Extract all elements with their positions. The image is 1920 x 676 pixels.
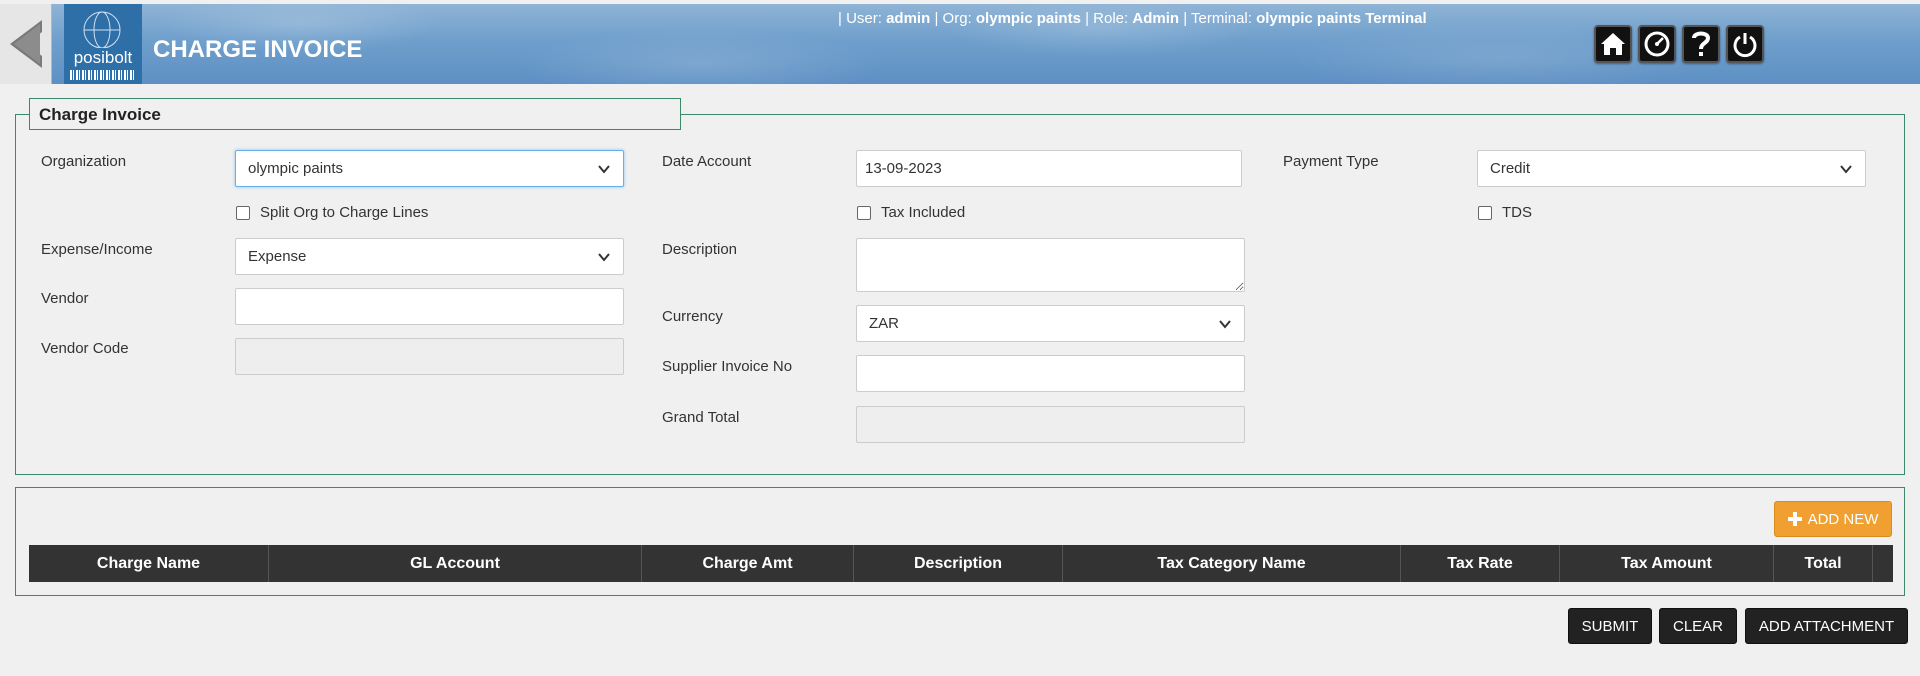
currency-value: ZAR	[869, 315, 899, 332]
vendor-code-label: Vendor Code	[41, 340, 129, 357]
column-header[interactable]: Tax Amount	[1560, 545, 1774, 582]
back-arrow-icon	[9, 20, 42, 68]
barcode-graphic	[70, 70, 136, 80]
column-header[interactable]: GL Account	[269, 545, 642, 582]
checkbox-box[interactable]	[857, 205, 871, 220]
page-title: CHARGE INVOICE	[153, 36, 363, 63]
clear-button[interactable]: CLEAR	[1659, 608, 1737, 644]
column-header[interactable]: Total	[1774, 545, 1873, 582]
description-label: Description	[662, 241, 738, 258]
date-account-value: 13-09-2023	[865, 160, 942, 177]
posibolt-logo: posibolt	[64, 4, 142, 84]
chevron-down-icon	[598, 164, 610, 174]
grand-total-label: Grand Total	[662, 409, 740, 426]
column-header[interactable]: Tax Rate	[1401, 545, 1560, 582]
chevron-down-icon	[1840, 164, 1852, 174]
column-header[interactable]: Charge Name	[29, 545, 269, 582]
split-org-label: Split Org to Charge Lines	[260, 204, 429, 221]
payment-type-value: Credit	[1490, 160, 1531, 177]
organization-label: Organization	[41, 153, 127, 170]
checkbox-box[interactable]	[1478, 205, 1492, 220]
charge-lines-table-header: Charge Name GL Account Charge Amt Descri…	[29, 545, 1893, 582]
supplier-invoice-input[interactable]	[856, 355, 1245, 392]
terminal-name: olympic paints Terminal	[1256, 10, 1427, 27]
column-header[interactable]: Tax Category Name	[1063, 545, 1401, 582]
tds-checkbox[interactable]: TDS	[1478, 204, 1532, 221]
plus-icon	[1787, 512, 1802, 526]
back-button[interactable]	[0, 4, 52, 84]
help-icon	[1692, 31, 1711, 56]
role-name: Admin	[1132, 10, 1180, 27]
app-header: posibolt CHARGE INVOICE | User: admin | …	[0, 4, 1920, 84]
add-attachment-button[interactable]: ADD ATTACHMENT	[1745, 608, 1908, 644]
header-toolbar	[1594, 25, 1764, 63]
power-icon	[1733, 33, 1757, 58]
org-name: olympic paints	[975, 10, 1081, 27]
checkbox-box[interactable]	[236, 205, 250, 220]
payment-type-label: Payment Type	[1283, 153, 1379, 170]
currency-label: Currency	[662, 308, 723, 325]
globe-icon	[83, 11, 121, 48]
description-textarea[interactable]	[856, 238, 1245, 292]
organization-value: olympic paints	[248, 160, 344, 177]
tax-included-label: Tax Included	[881, 204, 966, 221]
chevron-down-icon	[1219, 319, 1231, 329]
dashboard-button[interactable]	[1638, 25, 1676, 63]
dashboard-icon	[1644, 31, 1670, 57]
help-button[interactable]	[1682, 25, 1720, 63]
logo-text: posibolt	[73, 48, 133, 67]
submit-button[interactable]: SUBMIT	[1568, 608, 1652, 644]
grand-total-input	[856, 406, 1245, 443]
column-header-spacer	[1873, 545, 1893, 582]
split-org-checkbox[interactable]: Split Org to Charge Lines	[236, 204, 428, 221]
add-new-label: ADD NEW	[1807, 510, 1879, 528]
add-new-button[interactable]: ADD NEW	[1774, 501, 1892, 537]
user-info: | User: admin | Org: olympic paints | Ro…	[838, 10, 1427, 27]
home-icon	[1601, 33, 1625, 55]
column-header[interactable]: Charge Amt	[642, 545, 854, 582]
date-account-input[interactable]: 13-09-2023	[856, 150, 1242, 187]
supplier-invoice-label: Supplier Invoice No	[662, 358, 793, 375]
expense-income-label: Expense/Income	[41, 241, 153, 258]
expense-income-value: Expense	[248, 248, 307, 265]
chevron-down-icon	[598, 252, 610, 262]
column-header[interactable]: Description	[854, 545, 1063, 582]
logout-button[interactable]	[1726, 25, 1764, 63]
vendor-label: Vendor	[41, 290, 89, 307]
expense-income-select[interactable]: Expense	[235, 238, 624, 275]
tds-label: TDS	[1502, 204, 1532, 221]
vendor-code-input	[235, 338, 624, 375]
home-button[interactable]	[1594, 25, 1632, 63]
date-account-label: Date Account	[662, 153, 752, 170]
form-legend: Charge Invoice	[29, 98, 681, 130]
payment-type-select[interactable]: Credit	[1477, 150, 1866, 187]
user-name: admin	[886, 10, 931, 27]
currency-select[interactable]: ZAR	[856, 305, 1245, 342]
vendor-input[interactable]	[235, 288, 624, 325]
tax-included-checkbox[interactable]: Tax Included	[857, 204, 965, 221]
organization-select[interactable]: olympic paints	[235, 150, 624, 187]
